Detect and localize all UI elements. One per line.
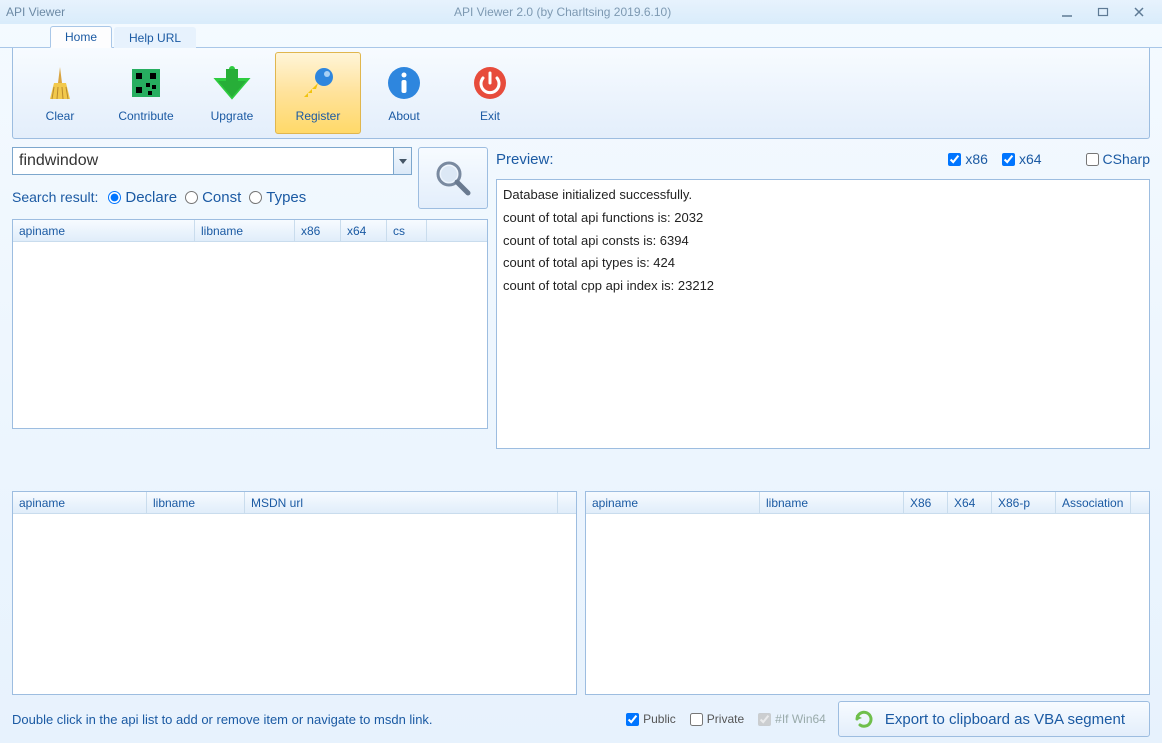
br-col-assoc[interactable]: Association (1056, 492, 1131, 513)
chk-public[interactable]: Public (626, 712, 676, 726)
preview-line: count of total api types is: 424 (503, 252, 1143, 275)
upgrate-button[interactable]: Upgrate (189, 52, 275, 134)
clear-label: Clear (46, 109, 75, 123)
bl-col-msdn[interactable]: MSDN url (245, 492, 558, 513)
about-label: About (388, 109, 419, 123)
info-icon (384, 63, 424, 103)
chk-x64[interactable]: x64 (1002, 151, 1042, 167)
register-button[interactable]: Register (275, 52, 361, 134)
search-results-panel: apiname libname x86 x64 cs (12, 219, 488, 429)
preview-line: count of total cpp api index is: 23212 (503, 275, 1143, 298)
about-button[interactable]: About (361, 52, 447, 134)
col-x86[interactable]: x86 (295, 220, 341, 241)
chk-ifwin64[interactable]: #If Win64 (758, 712, 826, 726)
radio-types[interactable]: Types (249, 189, 306, 206)
magnifier-icon (432, 157, 474, 199)
key-icon (298, 63, 338, 103)
br-col-apiname[interactable]: apiname (586, 492, 760, 513)
broom-icon (40, 63, 80, 103)
exit-label: Exit (480, 109, 500, 123)
refresh-icon (853, 708, 875, 730)
br-col-x86p[interactable]: X86-p (992, 492, 1056, 513)
power-icon (470, 63, 510, 103)
export-label: Export to clipboard as VBA segment (885, 711, 1125, 728)
bl-col-apiname[interactable]: apiname (13, 492, 147, 513)
contribute-label: Contribute (118, 109, 173, 123)
close-button[interactable] (1132, 5, 1146, 19)
register-label: Register (296, 109, 341, 123)
col-x64[interactable]: x64 (341, 220, 387, 241)
br-col-x64[interactable]: X64 (948, 492, 992, 513)
tab-help-url[interactable]: Help URL (114, 27, 196, 48)
tab-row: Home Help URL (0, 24, 1162, 48)
col-libname[interactable]: libname (195, 220, 295, 241)
bottom-left-panel: apiname libname MSDN url (12, 491, 577, 695)
minimize-button[interactable] (1060, 5, 1074, 19)
bottom-left-body[interactable] (13, 514, 576, 694)
titlebar: API Viewer API Viewer 2.0 (by Charltsing… (0, 0, 1162, 24)
export-button[interactable]: Export to clipboard as VBA segment (838, 701, 1150, 737)
preview-line: count of total api functions is: 2032 (503, 207, 1143, 230)
radio-const[interactable]: Const (185, 189, 241, 206)
tab-home[interactable]: Home (50, 26, 112, 48)
window-subtitle: API Viewer 2.0 (by Charltsing 2019.6.10) (65, 5, 1060, 19)
chk-private[interactable]: Private (690, 712, 744, 726)
upgrate-label: Upgrate (211, 109, 254, 123)
bottom-right-body[interactable] (586, 514, 1149, 694)
app-title: API Viewer (6, 5, 65, 19)
br-col-x86[interactable]: X86 (904, 492, 948, 513)
qr-icon (126, 63, 166, 103)
search-result-label: Search result: (12, 189, 98, 205)
preview-line: count of total api consts is: 6394 (503, 230, 1143, 253)
chk-csharp[interactable]: CSharp (1086, 151, 1150, 167)
col-apiname[interactable]: apiname (13, 220, 195, 241)
preview-textbox[interactable]: Database initialized successfully. count… (496, 179, 1150, 449)
search-input[interactable] (12, 147, 394, 175)
bottom-right-panel: apiname libname X86 X64 X86-p Associatio… (585, 491, 1150, 695)
search-dropdown-button[interactable] (394, 147, 412, 175)
col-cs[interactable]: cs (387, 220, 427, 241)
preview-label: Preview: (496, 151, 934, 168)
exit-button[interactable]: Exit (447, 52, 533, 134)
radio-declare[interactable]: Declare (108, 189, 177, 206)
download-arrow-icon (212, 63, 252, 103)
bl-col-libname[interactable]: libname (147, 492, 245, 513)
br-col-libname[interactable]: libname (760, 492, 904, 513)
chk-x86[interactable]: x86 (948, 151, 988, 167)
search-button[interactable] (418, 147, 488, 209)
contribute-button[interactable]: Contribute (103, 52, 189, 134)
ribbon: Clear Contribute Upgrate Register About … (12, 48, 1150, 139)
preview-line: Database initialized successfully. (503, 184, 1143, 207)
status-hint: Double click in the api list to add or r… (12, 712, 614, 727)
maximize-button[interactable] (1096, 5, 1110, 19)
clear-button[interactable]: Clear (17, 52, 103, 134)
